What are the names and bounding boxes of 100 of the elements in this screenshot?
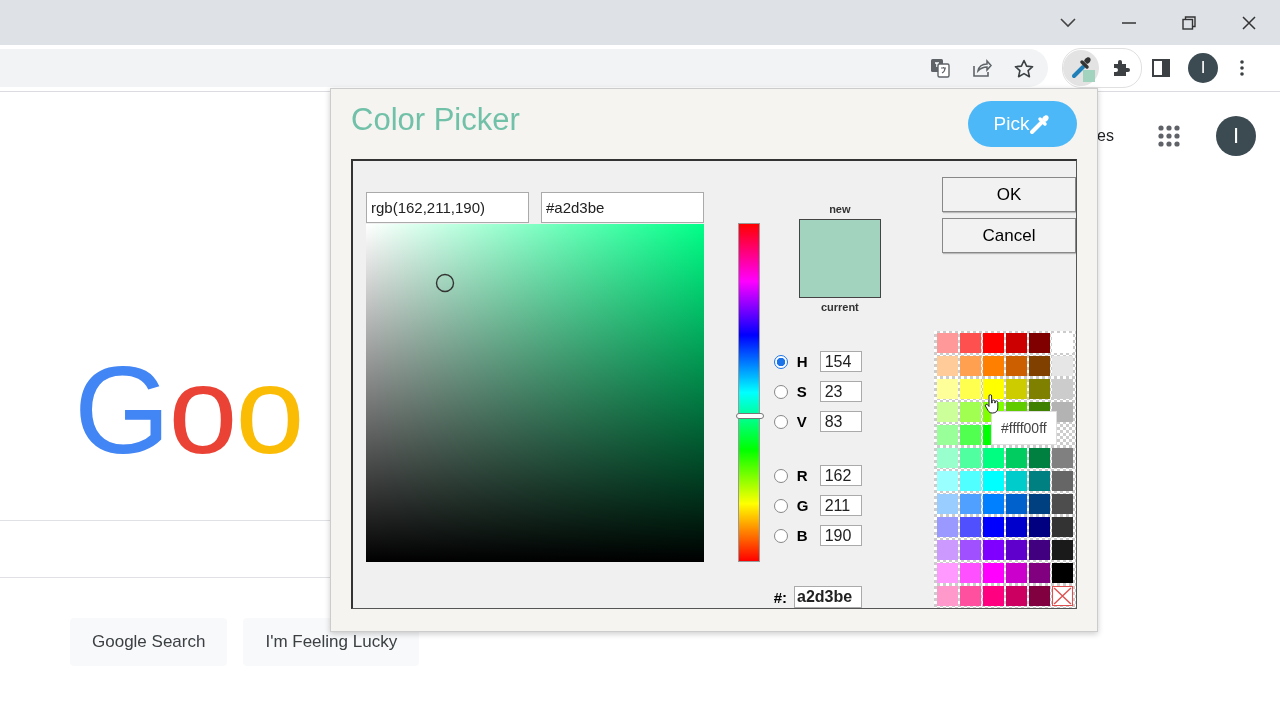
color-swatch[interactable] [1052, 448, 1073, 468]
color-swatch[interactable] [1029, 494, 1050, 514]
channel-field[interactable]: 211 [819, 495, 862, 516]
channel-field[interactable]: 190 [819, 525, 862, 546]
search-button[interactable]: Google Search [70, 618, 228, 666]
color-swatch[interactable] [937, 586, 958, 606]
puzzle-icon[interactable] [1111, 58, 1131, 78]
color-swatch[interactable] [960, 471, 981, 491]
color-swatch[interactable] [937, 333, 958, 353]
color-swatch[interactable] [983, 494, 1004, 514]
color-swatch[interactable] [983, 333, 1004, 353]
color-swatch[interactable] [983, 563, 1004, 583]
color-swatch[interactable] [937, 402, 958, 422]
color-swatch[interactable] [1052, 379, 1073, 399]
color-swatch[interactable] [1029, 586, 1050, 606]
color-swatch[interactable] [937, 356, 958, 376]
channel-field[interactable]: 154 [819, 351, 862, 372]
minimize-icon[interactable] [1122, 21, 1136, 24]
color-swatch[interactable] [1006, 517, 1027, 537]
no-color-swatch[interactable] [1052, 586, 1073, 606]
color-swatch[interactable] [1006, 471, 1027, 491]
restore-icon[interactable] [1182, 15, 1196, 30]
account-avatar[interactable]: I [1216, 116, 1256, 156]
color-swatch[interactable] [1006, 448, 1027, 468]
share-icon[interactable] [972, 59, 992, 77]
dialog-button[interactable]: Cancel [942, 218, 1076, 253]
color-swatch[interactable] [1029, 540, 1050, 560]
color-swatch[interactable] [1029, 563, 1050, 583]
color-swatch[interactable] [1006, 494, 1027, 514]
color-swatch[interactable] [1029, 379, 1050, 399]
color-swatch[interactable] [1029, 333, 1050, 353]
color-swatch[interactable] [960, 563, 981, 583]
color-swatch[interactable] [983, 540, 1004, 560]
color-swatch[interactable] [960, 333, 981, 353]
color-swatch[interactable] [937, 494, 958, 514]
color-swatch[interactable] [937, 471, 958, 491]
color-swatch[interactable] [1029, 356, 1050, 376]
color-swatch[interactable] [1052, 540, 1073, 560]
channel-field[interactable]: 83 [819, 411, 862, 432]
picker-cursor[interactable] [435, 273, 455, 293]
color-swatch[interactable] [960, 356, 981, 376]
profile-avatar[interactable]: I [1188, 53, 1218, 83]
color-swatch[interactable] [1052, 563, 1073, 583]
color-swatch[interactable] [983, 379, 1004, 399]
color-swatch[interactable] [937, 379, 958, 399]
channel-field[interactable]: 23 [819, 381, 862, 402]
color-swatch[interactable] [983, 471, 1004, 491]
radio-button[interactable] [773, 354, 788, 369]
hex-field[interactable]: #a2d3be [541, 192, 704, 223]
color-swatch[interactable] [960, 425, 981, 445]
header-link[interactable]: es [1097, 127, 1114, 145]
radio-button[interactable] [773, 384, 788, 399]
color-swatch[interactable] [960, 517, 981, 537]
color-swatch[interactable] [983, 586, 1004, 606]
color-swatch[interactable] [960, 402, 981, 422]
color-swatch[interactable] [983, 356, 1004, 376]
color-swatch[interactable] [960, 448, 981, 468]
color-swatch[interactable] [937, 425, 958, 445]
radio-button[interactable] [773, 414, 788, 429]
channel-field[interactable]: 162 [819, 465, 862, 486]
color-swatch[interactable] [1052, 517, 1073, 537]
dialog-button[interactable]: OK [942, 177, 1076, 212]
color-swatch[interactable] [1006, 356, 1027, 376]
color-swatch[interactable] [1029, 471, 1050, 491]
color-swatch[interactable] [937, 540, 958, 560]
color-swatch[interactable] [960, 494, 981, 514]
hex-code-field[interactable]: a2d3be [794, 586, 862, 608]
color-swatch[interactable] [983, 448, 1004, 468]
color-swatch[interactable] [1052, 356, 1073, 376]
color-swatch[interactable] [937, 517, 958, 537]
side-panel-icon[interactable] [1152, 59, 1170, 77]
color-swatch[interactable] [1006, 540, 1027, 560]
chevron-down-icon[interactable] [1060, 17, 1076, 28]
radio-button[interactable] [773, 468, 788, 483]
color-swatch[interactable] [1006, 563, 1027, 583]
radio-button[interactable] [773, 528, 788, 543]
color-swatch[interactable] [1006, 333, 1027, 353]
color-swatch[interactable] [1052, 471, 1073, 491]
close-icon[interactable] [1242, 15, 1256, 30]
color-swatch[interactable] [1029, 517, 1050, 537]
color-swatch[interactable] [960, 586, 981, 606]
color-swatch[interactable] [1029, 448, 1050, 468]
hue-thumb[interactable] [736, 413, 764, 420]
apps-grid-icon[interactable] [1158, 125, 1180, 147]
saturation-value-area[interactable] [366, 224, 704, 562]
rgb-field[interactable]: rgb(162,211,190) [366, 192, 529, 223]
color-swatch[interactable] [1052, 333, 1073, 353]
color-swatch[interactable] [983, 517, 1004, 537]
color-swatch[interactable] [960, 379, 981, 399]
translate-icon[interactable] [930, 58, 950, 78]
color-swatch[interactable] [1006, 586, 1027, 606]
color-swatch[interactable] [1006, 379, 1027, 399]
color-swatch[interactable] [937, 563, 958, 583]
eyedropper-icon[interactable] [1063, 50, 1099, 86]
color-swatch[interactable] [937, 448, 958, 468]
color-swatch[interactable] [1052, 494, 1073, 514]
radio-button[interactable] [773, 498, 788, 513]
menu-icon[interactable] [1240, 60, 1244, 76]
color-swatch[interactable] [960, 540, 981, 560]
star-icon[interactable] [1014, 58, 1034, 78]
